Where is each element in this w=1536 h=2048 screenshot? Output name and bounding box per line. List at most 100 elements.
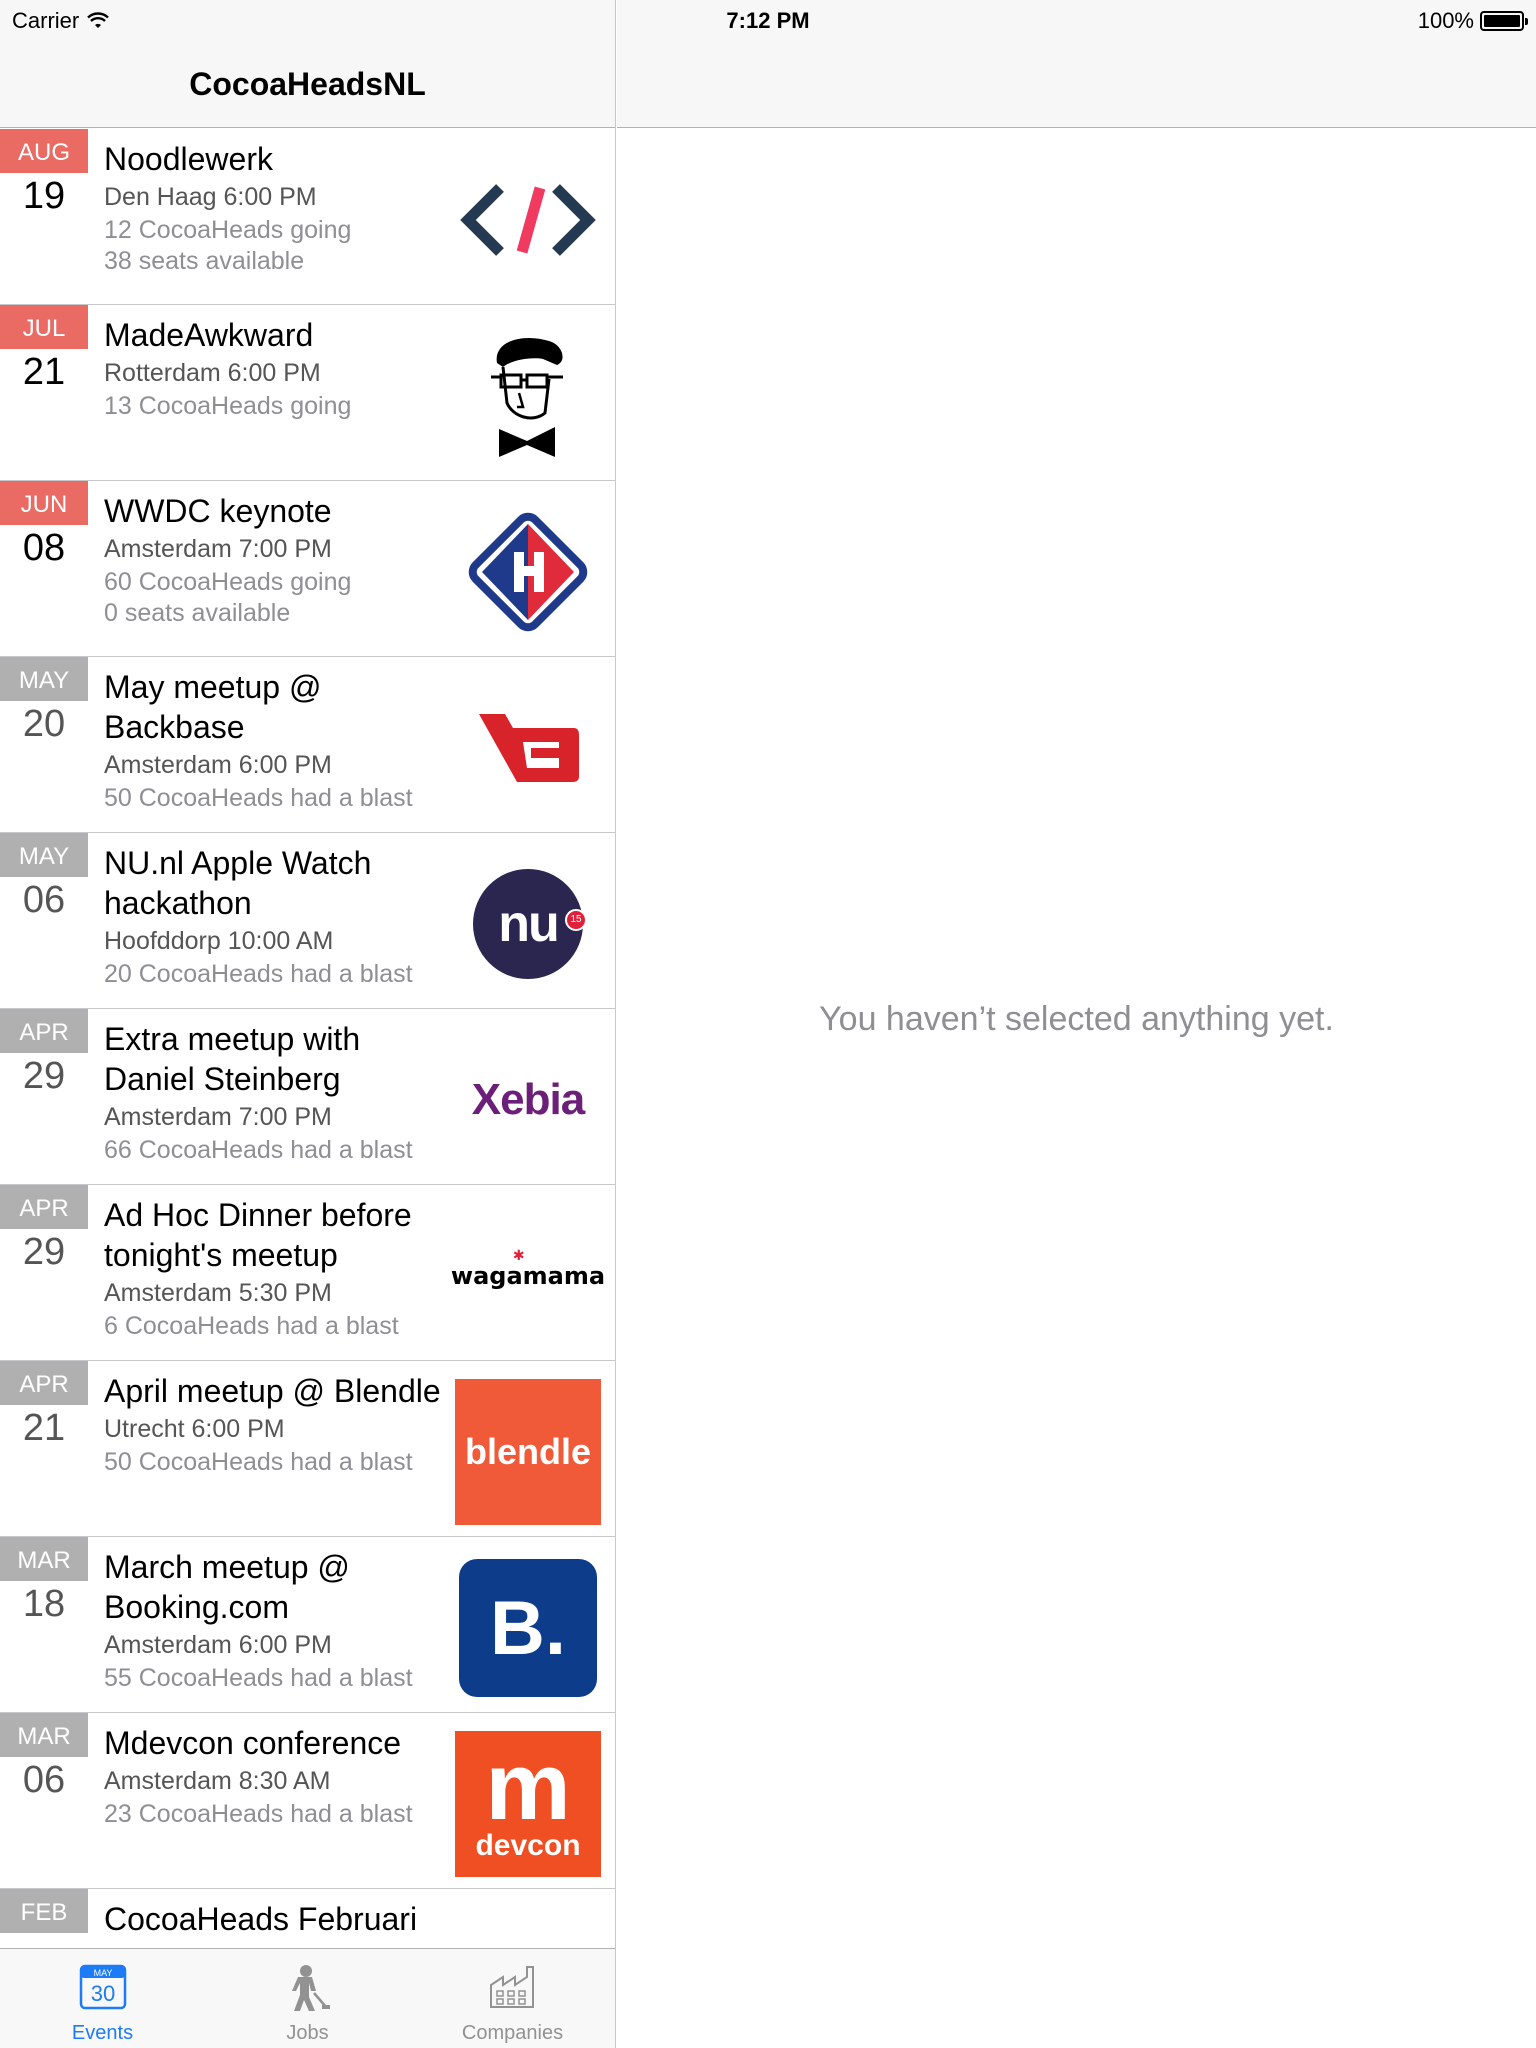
event-title: March meetup @ Booking.com bbox=[104, 1549, 350, 1625]
mdevcon-logo: m devcon bbox=[455, 1731, 601, 1877]
event-title: WWDC keynote bbox=[104, 493, 332, 529]
tab-jobs[interactable]: Jobs bbox=[205, 1949, 410, 2048]
status-bar: Carrier 7:12 PM 100% bbox=[0, 0, 1536, 40]
event-attendance: 23 CocoaHeads had a blast bbox=[104, 1800, 413, 1828]
event-month: MAR bbox=[0, 1713, 88, 1757]
event-info: WWDC keynote Amsterdam 7:00 PM 60 CocoaHea… bbox=[104, 491, 444, 629]
event-date-badge: MAY 06 bbox=[0, 833, 88, 923]
event-day: 18 bbox=[22, 1583, 66, 1625]
event-info: March meetup @ Booking.com Amsterdam 6:00… bbox=[104, 1547, 444, 1693]
event-attendance: 66 CocoaHeads had a blast bbox=[104, 1136, 413, 1164]
mdevcon-logo-sub: devcon bbox=[475, 1829, 581, 1862]
event-row[interactable]: APR 21 April meetup @ Blendle Utrecht 6:00 … bbox=[0, 1361, 615, 1537]
event-day: 08 bbox=[22, 527, 66, 569]
nu-logo-badge: 15 bbox=[565, 909, 587, 931]
event-location-time: Den Haag 6:00 PM bbox=[104, 183, 317, 211]
event-attendance: 6 CocoaHeads had a blast bbox=[104, 1312, 399, 1340]
event-month: MAY bbox=[0, 833, 88, 877]
calendar-icon-day: 30 bbox=[90, 1981, 114, 2006]
mdevcon-logo-m: m bbox=[485, 1733, 571, 1840]
event-day: 19 bbox=[22, 175, 66, 217]
event-info: CocoaHeads Februari bbox=[104, 1899, 444, 1939]
nu-logo: nu 15 bbox=[455, 851, 601, 997]
event-date-badge: JUN 08 bbox=[0, 481, 88, 571]
backbase-logo bbox=[455, 675, 601, 821]
nav-title: CocoaHeadsNL bbox=[189, 66, 426, 102]
clock: 7:12 PM bbox=[726, 8, 810, 33]
event-location-time: Utrecht 6:00 PM bbox=[104, 1415, 285, 1443]
empty-state-message: You haven’t selected anything yet. bbox=[819, 1000, 1334, 1038]
event-info: Noodlewerk Den Haag 6:00 PM 12 CocoaHeads … bbox=[104, 139, 444, 277]
event-row[interactable]: MAR 18 March meetup @ Booking.com Amsterdam… bbox=[0, 1537, 615, 1713]
event-row[interactable]: MAR 06 Mdevcon conference Amsterdam 8:30 AM… bbox=[0, 1713, 615, 1889]
event-date-badge: MAR 06 bbox=[0, 1713, 88, 1803]
event-row[interactable]: FEB CocoaHeads Februari bbox=[0, 1889, 615, 1949]
booking-logo: B. bbox=[455, 1555, 601, 1701]
wagamama-logo: ✱ wagamama bbox=[451, 1203, 605, 1349]
tab-label-events: Events bbox=[71, 2022, 134, 2044]
event-date-badge: AUG 19 bbox=[0, 129, 88, 219]
awkward-face-logo bbox=[455, 323, 601, 469]
event-row[interactable]: JUN 08 WWDC keynote Amsterdam 7:00 PM 60 Coc… bbox=[0, 481, 615, 657]
diamond-logo bbox=[455, 499, 601, 645]
tab-companies[interactable]: Companies bbox=[410, 1949, 615, 2048]
tab-events[interactable]: MAY 30 Events bbox=[0, 1949, 205, 2048]
event-info: Mdevcon conference Amsterdam 8:30 AM 23 Co… bbox=[104, 1723, 444, 1829]
event-row[interactable]: MAY 06 NU.nl Apple Watch hackathon Hoofddor… bbox=[0, 833, 615, 1009]
event-row[interactable]: APR 29 Extra meetup with Daniel Steinberg A… bbox=[0, 1009, 615, 1185]
event-attendance: 50 CocoaHeads had a blast bbox=[104, 1448, 413, 1476]
event-attendance: 60 CocoaHeads going bbox=[104, 568, 352, 596]
event-location-time: Rotterdam 6:00 PM bbox=[104, 359, 321, 387]
event-month: JUN bbox=[0, 481, 88, 525]
event-row[interactable]: MAY 20 May meetup @ Backbase Amsterdam 6:00… bbox=[0, 657, 615, 833]
event-day: 29 bbox=[22, 1231, 66, 1273]
detail-pane: You haven’t selected anything yet. bbox=[617, 0, 1536, 2048]
event-location-time: Amsterdam 5:30 PM bbox=[104, 1279, 332, 1307]
blendle-logo-text: blendle bbox=[464, 1431, 592, 1472]
event-info: NU.nl Apple Watch hackathon Hoofddorp 10:… bbox=[104, 843, 444, 989]
xebia-logo: Xebia bbox=[455, 1027, 601, 1173]
event-attendance: 20 CocoaHeads had a blast bbox=[104, 960, 413, 988]
nu-logo-text: nu bbox=[498, 895, 560, 953]
partial-logo bbox=[455, 1907, 601, 1949]
factory-icon bbox=[489, 1966, 534, 2008]
event-month: FEB bbox=[0, 1889, 88, 1933]
event-attendance: 55 CocoaHeads had a blast bbox=[104, 1664, 413, 1692]
event-date-badge: MAY 20 bbox=[0, 657, 88, 747]
event-info: MadeAwkward Rotterdam 6:00 PM 13 CocoaHead… bbox=[104, 315, 444, 421]
event-day: 21 bbox=[22, 1407, 66, 1449]
event-day: 21 bbox=[22, 351, 66, 393]
event-date-badge: APR 21 bbox=[0, 1361, 88, 1451]
tab-label-companies: Companies bbox=[461, 2022, 564, 2044]
event-location-time: Amsterdam 6:00 PM bbox=[104, 751, 332, 779]
tab-bar: MAY 30 Events Jobs Companies bbox=[0, 1948, 615, 2048]
event-attendance: 12 CocoaHeads going bbox=[104, 216, 352, 244]
event-title: April meetup @ Blendle bbox=[104, 1373, 441, 1409]
battery-percent: 100% bbox=[1417, 8, 1474, 33]
event-day: 20 bbox=[22, 703, 66, 745]
event-location-time: Amsterdam 7:00 PM bbox=[104, 1103, 332, 1131]
event-row[interactable]: JUL 21 MadeAwkward Rotterdam 6:00 PM 13 Coco… bbox=[0, 305, 615, 481]
event-info: Ad Hoc Dinner before tonight's meetup Ams… bbox=[104, 1195, 444, 1341]
event-row[interactable]: AUG 19 Noodlewerk Den Haag 6:00 PM 12 CocoaH… bbox=[0, 129, 615, 305]
calendar-icon-month: MAY bbox=[93, 1968, 112, 1978]
event-title: Mdevcon conference bbox=[104, 1725, 402, 1761]
battery-indicator: 100% bbox=[1417, 8, 1528, 34]
event-month: JUL bbox=[0, 305, 88, 349]
event-month: MAY bbox=[0, 657, 88, 701]
event-location-time: Amsterdam 8:30 AM bbox=[104, 1767, 331, 1795]
event-title: CocoaHeads Februari bbox=[104, 1901, 418, 1937]
event-day: 29 bbox=[22, 1055, 66, 1097]
battery-icon bbox=[1480, 11, 1528, 31]
event-date-badge: APR 29 bbox=[0, 1009, 88, 1099]
xebia-logo-text: Xebia bbox=[471, 1075, 585, 1124]
event-location-time: Amsterdam 7:00 PM bbox=[104, 535, 332, 563]
event-day: 06 bbox=[22, 1759, 66, 1801]
event-title: Ad Hoc Dinner before tonight's meetup bbox=[104, 1197, 412, 1273]
event-date-badge: MAR 18 bbox=[0, 1537, 88, 1627]
event-row[interactable]: APR 29 Ad Hoc Dinner before tonight's meet… bbox=[0, 1185, 615, 1361]
booking-logo-text: B. bbox=[490, 1585, 566, 1671]
event-month: AUG bbox=[0, 129, 88, 173]
event-date-badge: FEB bbox=[0, 1889, 88, 1933]
events-list[interactable]: AUG 19 Noodlewerk Den Haag 6:00 PM 12 CocoaH… bbox=[0, 129, 615, 1949]
